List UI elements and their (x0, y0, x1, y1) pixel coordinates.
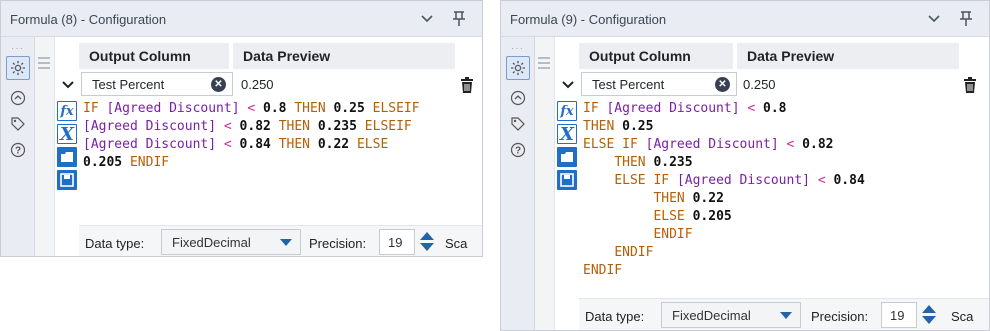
precision-input[interactable]: 19 (881, 302, 917, 328)
field-type-footer: Data type: FixedDecimal Precision: 19 Sc… (579, 298, 989, 330)
expression-line: IF [Agreed Discount] < 0.8 (583, 101, 787, 116)
folder-icon[interactable] (57, 147, 77, 167)
tag-icon[interactable] (9, 115, 27, 133)
data-preview-value: 0.250 (743, 77, 776, 92)
svg-text:?: ? (515, 146, 521, 157)
precision-spinner[interactable] (919, 302, 939, 328)
expression-line: ENDIF (653, 227, 693, 242)
chevron-down-icon[interactable] (416, 7, 438, 31)
gear-icon[interactable] (506, 56, 530, 80)
data-type-value: FixedDecimal (172, 235, 251, 250)
expression-line: ENDIF (614, 245, 654, 260)
precision-spinner[interactable] (417, 229, 437, 255)
output-column-header: Output Column (579, 43, 733, 69)
gear-icon[interactable] (6, 56, 30, 80)
expression-line: THEN 0.235 (614, 155, 693, 170)
folder-icon[interactable] (557, 147, 577, 167)
expression-line: THEN 0.22 (653, 191, 724, 206)
formula-config-panel-8: Formula (8) - Configuration ··· ? Output… (0, 0, 483, 257)
x-variable-icon[interactable]: X (57, 124, 77, 145)
expression-line: [Agreed Discount] < 0.84 THEN 0.22 ELSE (83, 137, 389, 152)
row-gutter (35, 37, 55, 256)
output-column-field[interactable]: Test Percent ✕ (581, 72, 737, 96)
precision-input[interactable]: 19 (379, 229, 415, 255)
scale-label: Sca (951, 309, 974, 324)
expression-line: [Agreed Discount] < 0.82 THEN 0.235 ELSE… (83, 119, 412, 134)
x-variable-icon[interactable]: X (557, 124, 577, 145)
spin-down-icon[interactable] (420, 243, 434, 251)
expression-line: ENDIF (583, 263, 623, 278)
precision-value: 19 (890, 308, 905, 323)
output-column-value: Test Percent (592, 77, 665, 92)
save-icon[interactable] (557, 170, 577, 190)
precision-label: Precision: (309, 236, 367, 251)
pin-icon[interactable] (448, 7, 470, 31)
fx-icon[interactable]: fx (57, 101, 77, 121)
data-type-label: Data type: (85, 236, 145, 251)
field-type-footer: Data type: FixedDecimal Precision: 19 Sc… (79, 225, 482, 256)
more-dots-icon: ··· (11, 43, 24, 54)
output-column-field[interactable]: Test Percent ✕ (81, 72, 233, 96)
expression-line: ELSE 0.205 (653, 209, 732, 224)
drag-handle-icon[interactable] (538, 57, 550, 71)
circle-arrow-icon[interactable] (9, 89, 27, 107)
expression-line: THEN 0.25 (583, 119, 654, 134)
row-gutter (535, 37, 555, 330)
data-type-value: FixedDecimal (672, 308, 751, 323)
dropdown-arrow-icon (780, 312, 792, 319)
chevron-down-icon[interactable] (923, 7, 945, 31)
trash-icon[interactable] (959, 73, 981, 97)
expression-line: ELSE IF [Agreed Discount] < 0.82 (583, 137, 834, 152)
output-column-header: Output Column (79, 43, 229, 69)
chevron-down-icon[interactable] (557, 71, 579, 99)
expression-line: 0.205 ENDIF (83, 155, 170, 170)
chevron-down-icon[interactable] (57, 71, 79, 99)
trash-icon[interactable] (456, 73, 478, 97)
spin-up-icon[interactable] (420, 232, 434, 240)
panel-title: Formula (9) - Configuration (510, 12, 667, 27)
formula-config-panel-9: Formula (9) - Configuration ··· ? Output… (500, 0, 990, 331)
data-preview-value: 0.250 (241, 77, 274, 92)
help-icon[interactable]: ? (9, 141, 27, 159)
fx-icon[interactable]: fx (557, 101, 577, 121)
expression-editor[interactable]: IF [Agreed Discount] < 0.8 THEN 0.25 ELS… (83, 100, 481, 172)
spin-down-icon[interactable] (922, 316, 936, 324)
pin-icon[interactable] (955, 7, 977, 31)
panel-titlebar: Formula (9) - Configuration (501, 1, 989, 37)
output-column-value: Test Percent (92, 77, 165, 92)
data-preview-header: Data Preview (233, 43, 455, 69)
expression-editor[interactable]: IF [Agreed Discount] < 0.8 THEN 0.25 ELSE … (583, 100, 983, 280)
svg-text:?: ? (15, 146, 21, 157)
precision-value: 19 (388, 235, 403, 250)
panel-titlebar: Formula (8) - Configuration (1, 1, 482, 37)
panel-title: Formula (8) - Configuration (10, 12, 167, 27)
data-type-label: Data type: (585, 309, 645, 324)
drag-handle-icon[interactable] (38, 57, 50, 71)
dropdown-arrow-icon (280, 239, 292, 246)
spin-up-icon[interactable] (922, 305, 936, 313)
circle-arrow-icon[interactable] (509, 89, 527, 107)
data-preview-header: Data Preview (737, 43, 959, 69)
clear-icon[interactable]: ✕ (211, 77, 226, 92)
clear-icon[interactable]: ✕ (715, 77, 730, 92)
expression-line: IF [Agreed Discount] < 0.8 THEN 0.25 ELS… (83, 101, 420, 116)
config-sidebar: ··· ? (1, 37, 35, 256)
config-sidebar: ··· ? (501, 37, 535, 330)
scale-label: Sca (445, 236, 468, 251)
precision-label: Precision: (811, 309, 869, 324)
more-dots-icon: ··· (511, 43, 524, 54)
help-icon[interactable]: ? (509, 141, 527, 159)
save-icon[interactable] (57, 170, 77, 190)
tag-icon[interactable] (509, 115, 527, 133)
data-type-dropdown[interactable]: FixedDecimal (661, 302, 801, 328)
data-type-dropdown[interactable]: FixedDecimal (161, 229, 301, 255)
expression-line: ELSE IF [Agreed Discount] < 0.84 (614, 173, 865, 188)
